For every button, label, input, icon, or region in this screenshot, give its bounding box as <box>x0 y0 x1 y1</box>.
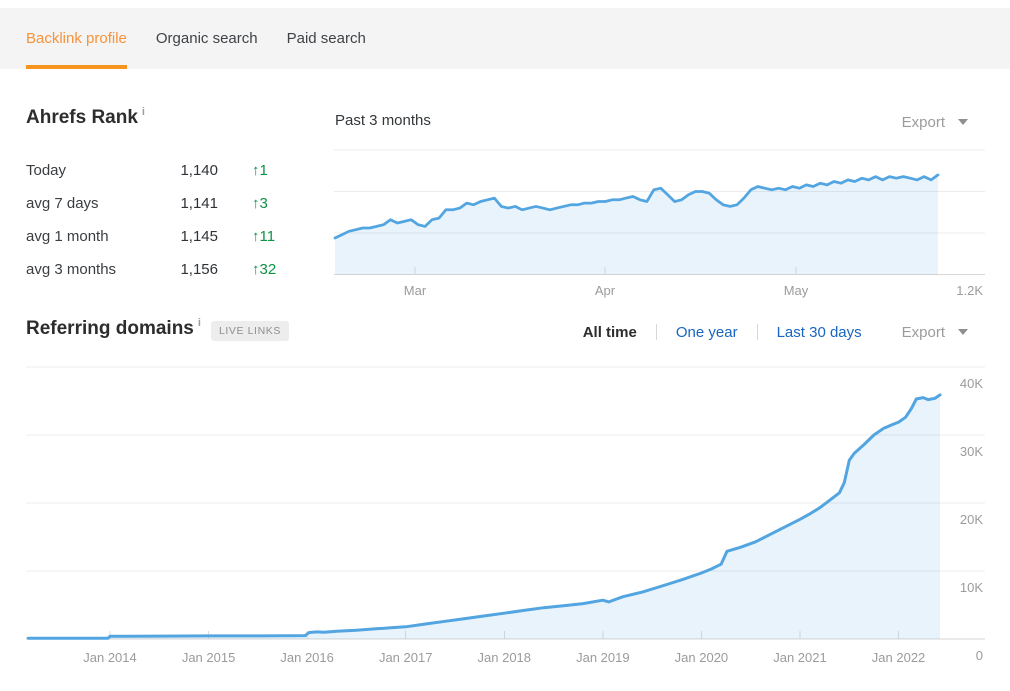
filter-all-time[interactable]: All time <box>583 324 637 341</box>
y-tick-label: 30K <box>960 444 983 459</box>
tab-label: Organic search <box>156 30 258 47</box>
tab-paid-search[interactable]: Paid search <box>287 8 366 69</box>
filter-one-year[interactable]: One year <box>676 324 738 341</box>
y-tick-label: 10K <box>960 580 983 595</box>
referring-domains-controls: All time One year Last 30 days Export <box>583 322 968 342</box>
tab-bar: Backlink profile Organic search Paid sea… <box>0 8 1010 69</box>
separator <box>656 324 657 340</box>
export-label: Export <box>902 324 945 341</box>
x-tick-label: Jan 2019 <box>576 650 630 665</box>
y-tick-label: 0 <box>976 648 983 663</box>
y-tick-label: 20K <box>960 512 983 527</box>
x-tick-label: Mar <box>404 283 427 298</box>
export-button-referring-domains[interactable]: Export <box>902 324 968 341</box>
live-links-badge: LIVE LINKS <box>211 321 289 341</box>
x-tick-label: Jan 2020 <box>675 650 729 665</box>
tab-organic-search[interactable]: Organic search <box>156 8 258 69</box>
x-tick-label: Jan 2021 <box>773 650 827 665</box>
referring-domains-header: Referring domains i LIVE LINKS <box>26 318 289 341</box>
y-tick-label: 40K <box>960 376 983 391</box>
tab-backlink-profile[interactable]: Backlink profile <box>26 8 127 69</box>
tab-label: Backlink profile <box>26 30 127 47</box>
dropdown-caret-icon <box>958 329 968 335</box>
y-axis-max-label: 1.2K <box>956 283 983 298</box>
x-tick-label: Apr <box>595 283 616 298</box>
x-tick-label: Jan 2018 <box>478 650 532 665</box>
x-tick-label: Jan 2014 <box>83 650 137 665</box>
info-icon[interactable]: i <box>198 317 201 329</box>
referring-domains-title: Referring domains i <box>26 318 201 340</box>
ahrefs-rank-chart[interactable]: Mar Apr May 1.2K <box>0 100 1010 300</box>
x-tick-label: Jan 2017 <box>379 650 433 665</box>
separator <box>757 324 758 340</box>
x-tick-label: May <box>784 283 809 298</box>
x-tick-label: Jan 2022 <box>872 650 926 665</box>
backlinks-dashboard: Backlink profile Organic search Paid sea… <box>0 0 1010 691</box>
tab-label: Paid search <box>287 30 366 47</box>
x-tick-label: Jan 2016 <box>280 650 334 665</box>
x-tick-label: Jan 2015 <box>182 650 236 665</box>
referring-domains-title-text: Referring domains <box>26 318 194 339</box>
filter-last-30-days[interactable]: Last 30 days <box>777 324 862 341</box>
referring-domains-chart[interactable]: Jan 2014 Jan 2015 Jan 2016 Jan 2017 Jan 2018… <box>0 355 1010 691</box>
